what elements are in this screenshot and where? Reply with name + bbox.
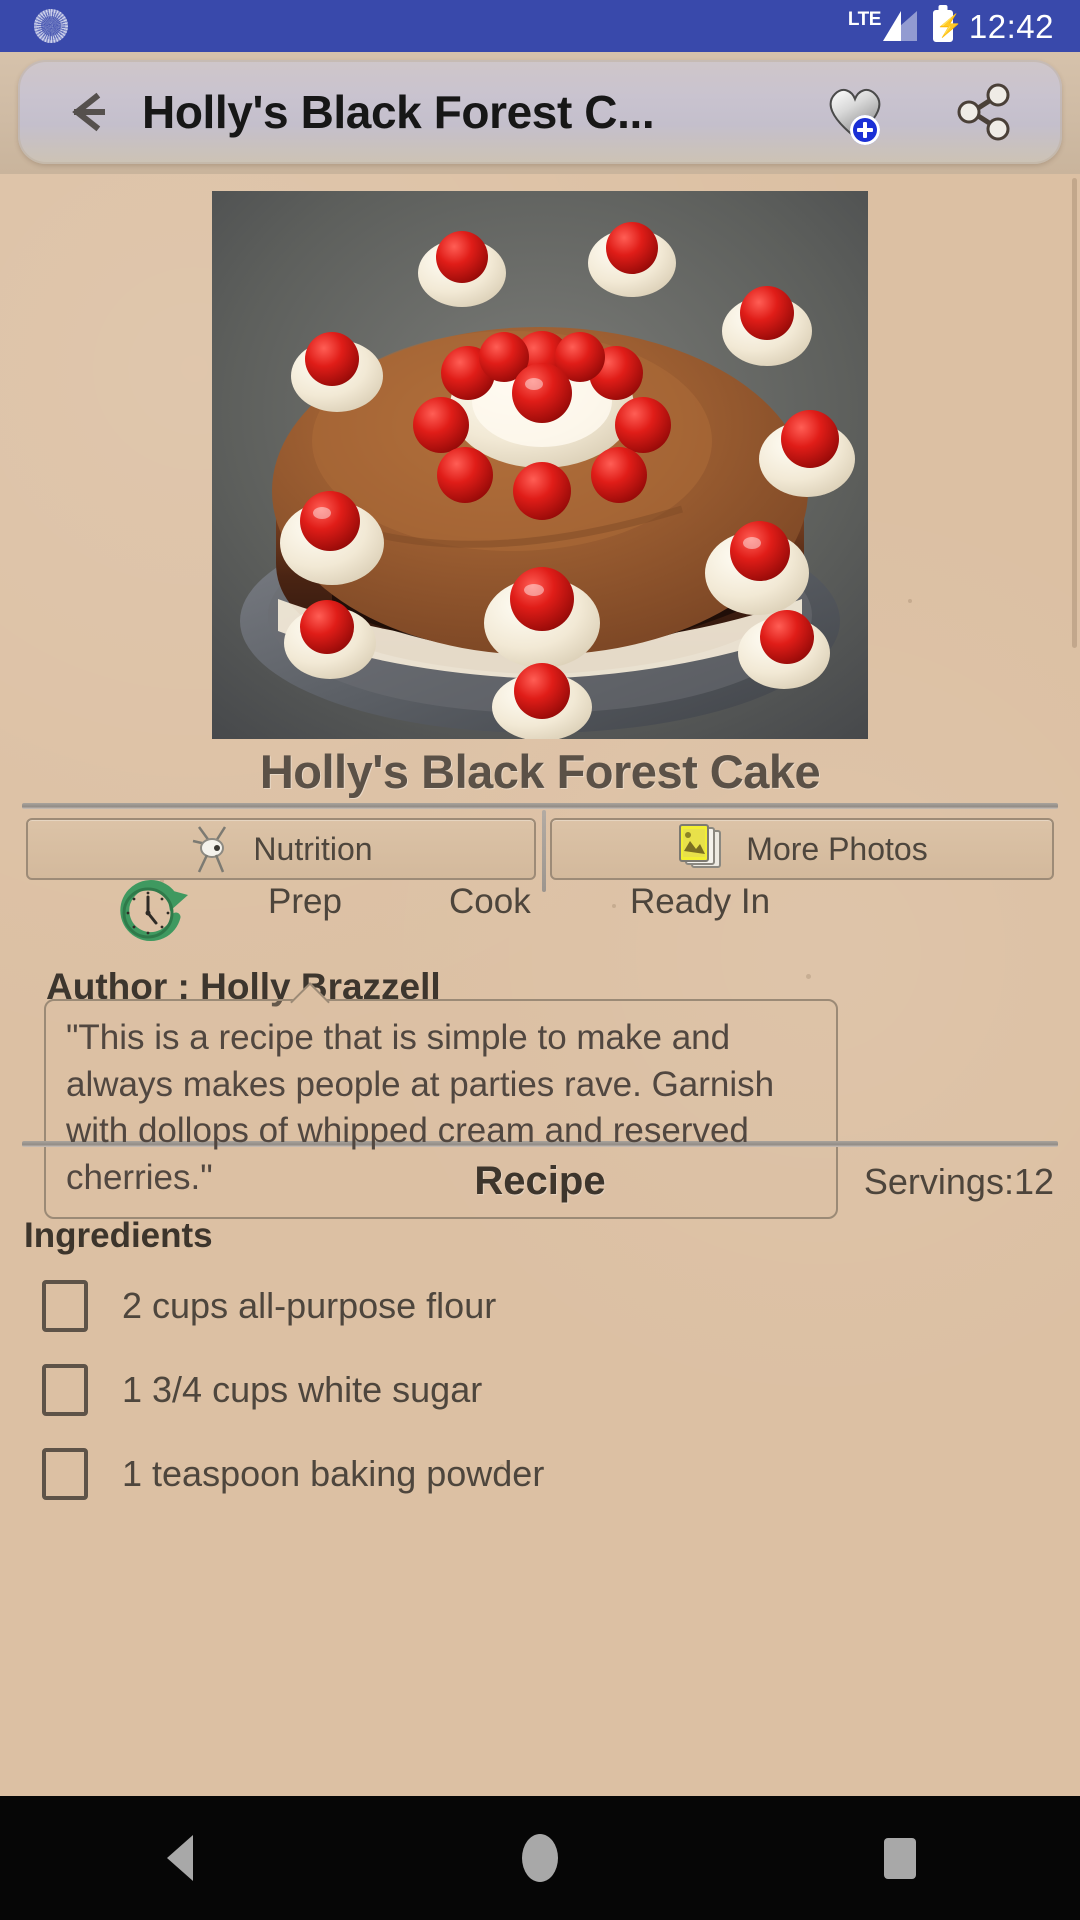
status-bar-clock: 12:42 bbox=[968, 7, 1054, 45]
status-bar-left bbox=[34, 9, 68, 43]
nav-back-button[interactable] bbox=[110, 1796, 250, 1920]
recipe-hero-image[interactable] bbox=[212, 191, 868, 739]
recipe-description-box: "This is a recipe that is simple to make… bbox=[44, 999, 838, 1220]
time-info-row: Prep Cook Ready In bbox=[0, 864, 1080, 960]
nav-recents-icon bbox=[884, 1837, 916, 1879]
ready-in-label: Ready In bbox=[630, 882, 771, 921]
signal-triangle-icon bbox=[882, 11, 917, 41]
nav-home-icon bbox=[522, 1834, 558, 1882]
nav-recents-button[interactable] bbox=[830, 1796, 970, 1920]
servings-value: Servings:12 bbox=[863, 1161, 1054, 1202]
ingredients-heading: Ingredients bbox=[24, 1216, 213, 1255]
ingredient-label: 1 teaspoon baking powder bbox=[122, 1453, 545, 1494]
spinner-icon bbox=[34, 9, 68, 43]
nav-back-icon bbox=[167, 1835, 193, 1881]
ingredient-checkbox[interactable] bbox=[42, 1448, 88, 1500]
prep-label: Prep bbox=[268, 882, 342, 921]
nutrition-button-label: Nutrition bbox=[253, 830, 373, 867]
status-bar: LTE ⚡ 12:42 bbox=[0, 0, 1080, 52]
add-badge-icon bbox=[850, 115, 880, 145]
recipe-title: Holly's Black Forest Cake bbox=[259, 745, 821, 798]
app-bar: Holly's Black Forest C... bbox=[0, 52, 1080, 174]
ingredient-checkbox[interactable] bbox=[42, 1364, 88, 1416]
ingredient-row[interactable]: 1 teaspoon baking powder bbox=[0, 1440, 1080, 1508]
page-title: Holly's Black Forest C... bbox=[142, 86, 655, 138]
paper-fleck bbox=[908, 599, 912, 603]
back-arrow-icon[interactable] bbox=[68, 89, 114, 135]
status-bar-right: LTE ⚡ 12:42 bbox=[848, 10, 1054, 43]
share-icon[interactable] bbox=[952, 81, 1014, 143]
vertical-scrollbar[interactable] bbox=[1072, 178, 1077, 648]
clock-refresh-icon bbox=[110, 873, 194, 949]
divider-top bbox=[22, 803, 1058, 809]
lte-label: LTE bbox=[847, 9, 881, 30]
cook-label: Cook bbox=[449, 882, 531, 921]
ingredient-checkbox[interactable] bbox=[42, 1280, 88, 1332]
ingredients-list: 2 cups all-purpose flour 1 3/4 cups whit… bbox=[0, 1272, 1080, 1524]
paper-fleck bbox=[806, 974, 811, 979]
more-photos-button-label: More Photos bbox=[746, 830, 928, 867]
android-nav-bar bbox=[0, 1796, 1080, 1920]
ingredient-row[interactable]: 2 cups all-purpose flour bbox=[0, 1272, 1080, 1340]
signal-bars-icon: LTE bbox=[847, 9, 917, 41]
nav-home-button[interactable] bbox=[470, 1796, 610, 1920]
app-bar-pill: Holly's Black Forest C... bbox=[18, 60, 1062, 164]
phone-screen: LTE ⚡ 12:42 Holly's Black Forest C... Ho… bbox=[0, 0, 1080, 1920]
ingredient-label: 1 3/4 cups white sugar bbox=[122, 1369, 483, 1410]
ingredient-row[interactable]: 1 3/4 cups white sugar bbox=[0, 1356, 1080, 1424]
ingredient-label: 2 cups all-purpose flour bbox=[122, 1285, 497, 1326]
battery-charging-icon: ⚡ bbox=[932, 10, 963, 42]
recipe-scroll-content[interactable]: Holly's Black Forest Cake Nutrition More… bbox=[0, 174, 1080, 1796]
app-bar-actions bbox=[824, 81, 1014, 145]
recipe-description-text: "This is a recipe that is simple to make… bbox=[66, 1018, 775, 1197]
heart-add-icon[interactable] bbox=[824, 83, 886, 145]
